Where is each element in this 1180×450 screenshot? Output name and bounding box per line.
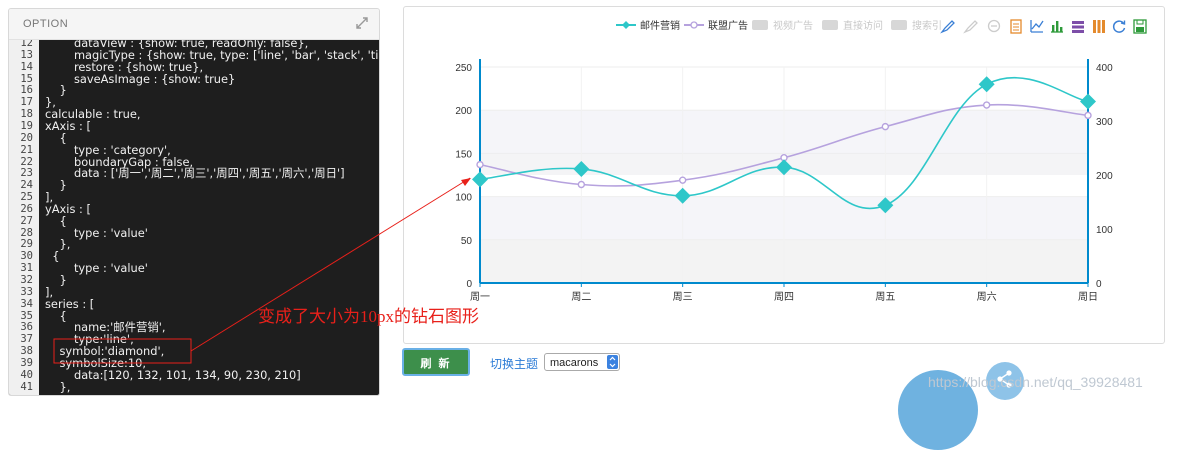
legend-item-label[interactable]: 邮件营销	[640, 19, 680, 32]
legend-item-label[interactable]: 搜索引	[912, 19, 942, 32]
y2-tick-label: 200	[1096, 171, 1113, 182]
legend-disabled-swatch	[891, 20, 907, 30]
x-tick-label: 周四	[774, 291, 794, 303]
x-tick-label: 周二	[571, 291, 591, 303]
y2-tick-label: 0	[1096, 279, 1102, 290]
data-point-circle[interactable]	[577, 180, 586, 189]
line-number: 33	[20, 285, 33, 298]
save-image-icon[interactable]	[1133, 19, 1147, 34]
option-panel-title: OPTION	[23, 18, 69, 30]
stack-icon[interactable]	[1072, 21, 1084, 33]
line-number: 34	[20, 297, 33, 310]
code-text: },	[45, 379, 71, 394]
mark-undo-icon[interactable]	[963, 20, 978, 34]
line-number: 27	[20, 214, 33, 227]
y2-tick-label: 300	[1096, 117, 1113, 128]
chart-panel: 250 200 150 100 50 0 400 300 200 100 0 周一 周二 周三 周四 周五 周六…	[403, 6, 1165, 344]
option-panel: OPTION 12 dataView : {show: true, readOn…	[8, 8, 380, 396]
y-tick-label: 250	[455, 63, 472, 74]
code-line: 16 }	[9, 85, 379, 97]
x-tick-label: 周五	[875, 291, 895, 303]
line-number: 13	[20, 48, 33, 61]
select-arrow-icon	[607, 355, 618, 369]
watermark-text: https://blog.csdn.net/qq_39928481	[928, 374, 1143, 390]
code-text: data : ['周一','周二','周三','周四','周五','周六','周…	[45, 166, 345, 181]
x-tick-label: 周三	[673, 291, 693, 303]
line-number: 19	[20, 119, 33, 132]
restore-icon[interactable]	[1112, 20, 1126, 33]
data-point-circle[interactable]	[1084, 111, 1092, 120]
y-tick-label: 150	[455, 149, 472, 160]
code-line: 29 },	[9, 239, 379, 251]
legend-disabled-swatch	[822, 20, 838, 30]
data-view-icon[interactable]	[1010, 19, 1022, 34]
theme-select[interactable]: macarons	[544, 353, 620, 371]
expand-icon[interactable]	[355, 16, 369, 30]
y-tick-label: 0	[466, 279, 472, 290]
x-tick-label: 周六	[977, 291, 997, 303]
line-chart-icon[interactable]	[1030, 20, 1044, 33]
line-number: 14	[20, 60, 33, 73]
line-number: 40	[20, 368, 33, 381]
legend-circle-icon	[690, 21, 698, 29]
tiled-icon[interactable]	[1093, 20, 1105, 33]
legend-item-label[interactable]: 联盟广告	[708, 19, 748, 32]
data-point-circle[interactable]	[982, 101, 991, 109]
code-text: saveAsImage : {show: true}	[45, 71, 236, 86]
refresh-button[interactable]: 刷 新	[402, 348, 470, 376]
bar-chart-icon[interactable]	[1051, 21, 1063, 33]
line-number: 26	[20, 202, 33, 215]
mark-icon[interactable]	[940, 20, 955, 34]
legend-item-label[interactable]: 直接访问	[843, 19, 883, 32]
code-text: data:[120, 132, 101, 134, 90, 230, 210]	[45, 367, 301, 382]
legend-disabled-swatch	[752, 20, 768, 30]
y2-tick-label: 100	[1096, 225, 1113, 236]
y2-tick-label: 400	[1096, 63, 1113, 74]
line-number: 41	[20, 380, 33, 393]
line-number: 21	[20, 143, 33, 156]
line-number: 20	[20, 131, 33, 144]
mark-clear-icon[interactable]	[987, 19, 1001, 33]
x-tick-label: 周一	[470, 291, 490, 303]
data-point-circle[interactable]	[881, 122, 890, 131]
y-tick-label: 100	[455, 193, 472, 204]
theme-select-value: macarons	[550, 357, 599, 369]
code-editor[interactable]: 12 dataView : {show: true, readOnly: fal…	[9, 40, 379, 395]
y-tick-label: 200	[455, 106, 472, 117]
line-number: 39	[20, 356, 33, 369]
line-chart[interactable]: 2502001501005004003002001000周一 周二 周三 周四 周五 周六…	[404, 7, 1164, 343]
y-tick-label: 50	[461, 236, 473, 247]
legend-diamond-icon	[622, 21, 630, 29]
switch-theme-label: 切换主题	[490, 357, 539, 371]
data-point-circle[interactable]	[678, 176, 687, 184]
code-line: 32 }	[9, 274, 379, 287]
code-line: 24 }	[9, 179, 379, 192]
legend-item-label[interactable]: 视频广告	[773, 19, 813, 32]
option-panel-header: OPTION	[9, 9, 379, 40]
x-tick-label: 周日	[1078, 291, 1098, 303]
data-point-circle[interactable]	[476, 160, 484, 169]
code-line: 41 },	[9, 379, 379, 394]
